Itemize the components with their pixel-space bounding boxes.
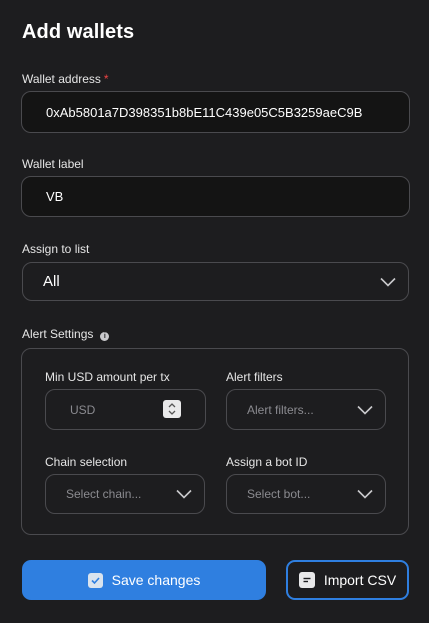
info-icon[interactable]: i [100, 332, 110, 341]
wallet-label-value: VB [46, 189, 64, 204]
assign-list-label: Assign to list [22, 242, 90, 256]
wallet-label-label: Wallet label [22, 157, 84, 171]
number-stepper-icon[interactable] [163, 400, 181, 418]
page-title: Add wallets [22, 21, 135, 43]
assign-list-select[interactable]: All [22, 262, 409, 301]
chain-selection-placeholder: Select chain... [66, 487, 142, 501]
alert-settings-label-text: Alert Settings [22, 327, 94, 341]
bot-id-select[interactable]: Select bot... [226, 474, 386, 514]
save-changes-button[interactable]: Save changes [22, 560, 266, 600]
assign-list-selected: All [43, 273, 60, 290]
chevron-down-icon [176, 489, 192, 499]
save-changes-label: Save changes [111, 572, 201, 588]
import-csv-label: Import CSV [323, 572, 397, 588]
wallet-address-label-text: Wallet address [22, 72, 101, 86]
alert-filters-placeholder: Alert filters... [247, 402, 314, 417]
alert-settings-panel: Min USD amount per tx USD Alert filters … [21, 348, 409, 535]
min-usd-label: Min USD amount per tx [45, 370, 170, 384]
alert-filters-label: Alert filters [226, 370, 283, 384]
alert-settings-label: Alert Settings i [22, 327, 110, 341]
wallet-address-input[interactable]: 0xAb5801a7D398351b8bE11C439e05C5B3259aeC… [21, 91, 410, 133]
checkbox-icon [87, 572, 103, 588]
document-icon [298, 572, 315, 588]
wallet-address-label: Wallet address * [22, 72, 109, 86]
chevron-down-icon [380, 277, 396, 287]
chain-selection-label: Chain selection [45, 455, 128, 469]
alert-filters-select[interactable]: Alert filters... [226, 389, 386, 430]
min-usd-input[interactable]: USD [45, 389, 206, 430]
import-csv-button[interactable]: Import CSV [286, 560, 409, 600]
chevron-down-icon [357, 405, 373, 415]
wallet-label-input[interactable]: VB [21, 176, 410, 217]
min-usd-placeholder: USD [70, 402, 96, 417]
wallet-address-value: 0xAb5801a7D398351b8bE11C439e05C5B3259aeC… [46, 104, 363, 120]
chevron-down-icon [357, 489, 373, 499]
required-marker: * [103, 72, 109, 86]
stepper-arrows-icon [168, 403, 176, 415]
chain-selection-select[interactable]: Select chain... [45, 474, 205, 514]
bot-id-label: Assign a bot ID [226, 455, 308, 469]
bot-id-placeholder: Select bot... [247, 487, 311, 501]
